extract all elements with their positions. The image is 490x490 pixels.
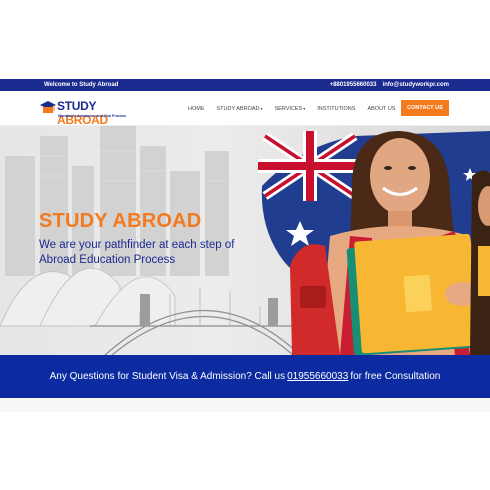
main-navbar: STUDY ABROAD Worldwide Admission and Vis… (0, 91, 490, 127)
nav-item-home[interactable]: HOME (188, 106, 205, 112)
top-contact-info: +8801955660033 info@studyworkpr.com (330, 82, 449, 88)
nav-item-label: ABOUT US (367, 105, 396, 112)
chevron-down-icon: ▾ (303, 106, 306, 111)
hero-banner: STUDY ABROAD We are your pathfinder at e… (0, 126, 490, 355)
chevron-down-icon: ▾ (260, 106, 263, 111)
nav-item-label: SERVICES (274, 105, 303, 112)
nav-item-services[interactable]: SERVICES ▾ (275, 106, 306, 112)
nav-menu: HOME STUDY ABROAD ▾ SERVICES ▾ INSTITUTI… (188, 91, 407, 126)
nav-item-institutions[interactable]: INSTITUTIONS (317, 106, 355, 112)
page-bottom-strip (0, 398, 490, 412)
top-phone-link[interactable]: +8801955660033 (330, 82, 377, 88)
nav-item-study-abroad[interactable]: STUDY ABROAD ▾ (217, 106, 263, 112)
hero-title: STUDY ABROAD (39, 210, 202, 232)
logo-tagline: Worldwide Admission and Visa Process (58, 114, 127, 118)
nav-item-about-us[interactable]: ABOUT US (367, 106, 395, 112)
banner-text-before: Any Questions for Student Visa & Admissi… (49, 371, 286, 382)
welcome-text: Welcome to Study Abroad (44, 82, 119, 88)
logo-word-study: STUDY (57, 99, 96, 113)
top-bar: Welcome to Study Abroad +8801955660033 i… (0, 79, 490, 91)
logo-wordmark: STUDY ABROAD (57, 99, 140, 127)
contact-us-button[interactable]: CONTACT US (401, 100, 449, 116)
nav-item-label: INSTITUTIONS (317, 105, 356, 112)
banner-text-after: for free Consultation (350, 371, 441, 382)
hero-subtitle: We are your pathfinder at each step of A… (39, 239, 235, 266)
site-logo[interactable]: STUDY ABROAD Worldwide Admission and Vis… (40, 97, 140, 127)
nav-item-label: STUDY ABROAD (216, 105, 260, 112)
nav-item-label: HOME (188, 105, 205, 112)
graduation-cap-icon (40, 101, 56, 113)
banner-phone-link[interactable]: 01955660033 (287, 371, 348, 382)
top-email-link[interactable]: info@studyworkpr.com (382, 82, 449, 88)
consultation-banner: Any Questions for Student Visa & Admissi… (0, 355, 490, 398)
